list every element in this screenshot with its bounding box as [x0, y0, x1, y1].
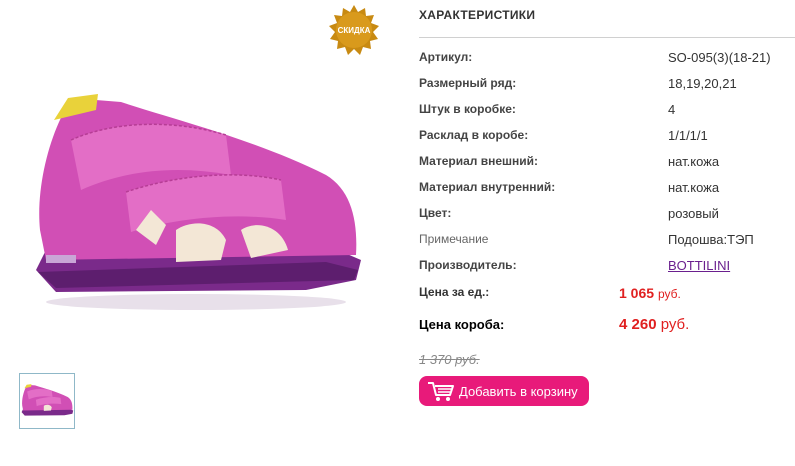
- product-image[interactable]: [26, 80, 366, 320]
- cart-icon: [427, 380, 455, 402]
- unit-price-currency: руб.: [657, 287, 681, 301]
- box-price-currency: руб.: [660, 316, 690, 333]
- spec-value-outer-material: нат.кожа: [668, 154, 720, 169]
- section-divider: [419, 37, 795, 38]
- old-price-amount: 1 370: [419, 352, 452, 367]
- box-price-amount: 4 260: [619, 316, 657, 333]
- add-to-cart-label: Добавить в корзину: [459, 383, 578, 399]
- spec-value-sizes: 18,19,20,21: [668, 76, 737, 91]
- spec-label-color: Цвет:: [419, 206, 452, 220]
- spec-label-outer-material: Материал внешний:: [419, 154, 539, 168]
- spec-value-article: SO-095(3)(18-21): [668, 50, 771, 65]
- spec-value-color: розовый: [668, 206, 719, 221]
- spec-label-note: Примечание: [419, 232, 489, 246]
- section-title: ХАРАКТЕРИСТИКИ: [419, 8, 536, 22]
- spec-label-article: Артикул:: [419, 50, 473, 64]
- spec-value-layout: 1/1/1/1: [668, 128, 708, 143]
- spec-label-layout: Расклад в коробе:: [419, 128, 529, 142]
- spec-label-sizes: Размерный ряд:: [419, 76, 517, 90]
- spec-value-per-box: 4: [668, 102, 676, 117]
- spec-value-note: Подошва:ТЭП: [668, 232, 754, 247]
- spec-label-per-box: Штук в коробке:: [419, 102, 516, 116]
- box-price: 4 260 руб.: [619, 316, 689, 333]
- spec-value-manufacturer: BOTTILINI: [668, 258, 730, 273]
- discount-badge-label: СКИДКА: [338, 26, 371, 35]
- add-to-cart-button[interactable]: Добавить в корзину: [419, 376, 589, 406]
- unit-price: 1 065 руб.: [619, 285, 681, 301]
- manufacturer-link[interactable]: BOTTILINI: [668, 258, 730, 273]
- old-price-currency: руб.: [455, 352, 480, 367]
- box-price-label: Цена короба:: [419, 317, 505, 332]
- old-price: 1 370 руб.: [419, 352, 480, 367]
- spec-value-inner-material: нат.кожа: [668, 180, 720, 195]
- spec-label-manufacturer: Производитель:: [419, 258, 517, 272]
- spec-label-inner-material: Материал внутренний:: [419, 180, 556, 194]
- unit-price-label: Цена за ед.:: [419, 285, 490, 299]
- discount-badge: СКИДКА: [328, 4, 380, 56]
- unit-price-amount: 1 065: [619, 285, 655, 301]
- product-thumbnail[interactable]: [19, 373, 75, 429]
